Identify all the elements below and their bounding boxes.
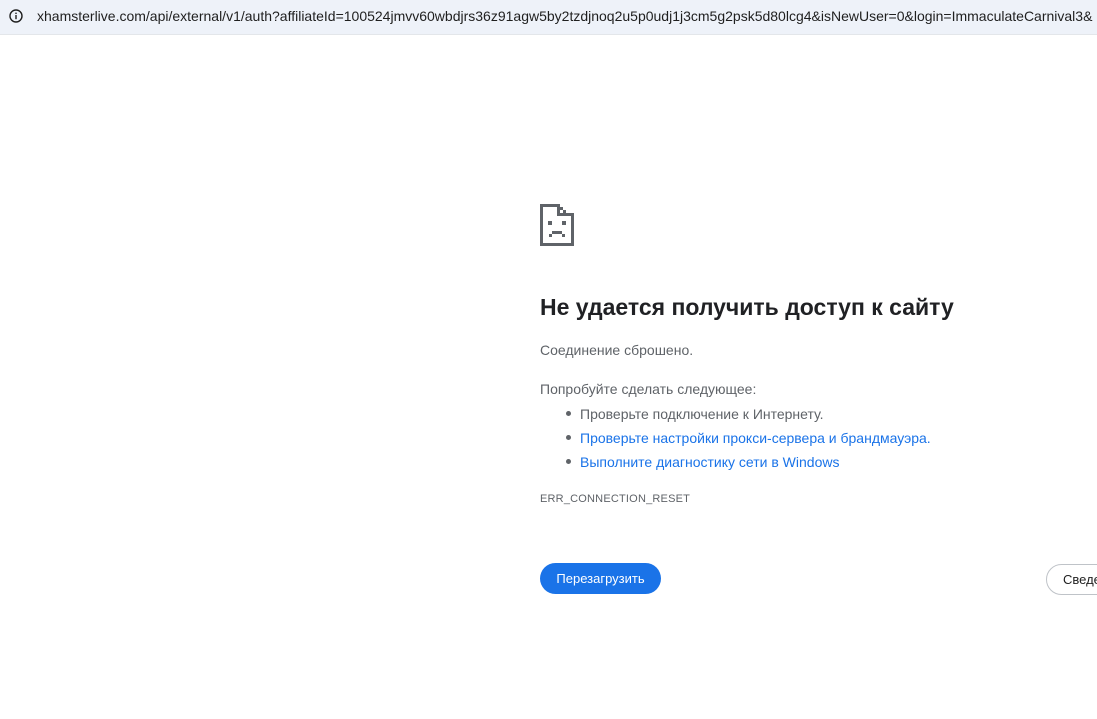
url-text[interactable]: xhamsterlive.com/api/external/v1/auth?af… xyxy=(37,8,1092,24)
suggestions-heading: Попробуйте сделать следующее: xyxy=(540,381,757,397)
reload-button[interactable]: Перезагрузить xyxy=(540,563,661,594)
network-diagnostics-link[interactable]: Выполните диагностику сети в Windows xyxy=(580,454,839,470)
proxy-settings-link[interactable]: Проверьте настройки прокси-сервера и бра… xyxy=(580,430,931,446)
sad-page-icon xyxy=(540,204,574,246)
error-code: ERR_CONNECTION_RESET xyxy=(540,493,691,505)
suggestion-check-proxy: Проверьте настройки прокси-сервера и бра… xyxy=(566,426,931,450)
suggestion-check-connection: Проверьте подключение к Интернету. xyxy=(566,402,931,426)
suggestion-text: Проверьте подключение к Интернету. xyxy=(580,406,824,422)
error-description: Соединение сброшено. xyxy=(540,342,694,358)
suggestion-network-diagnostics: Выполните диагностику сети в Windows xyxy=(566,450,931,474)
address-bar[interactable]: xhamsterlive.com/api/external/v1/auth?af… xyxy=(0,0,1097,35)
details-button[interactable]: Сведения xyxy=(1046,564,1097,595)
page-title: Не удается получить доступ к сайту xyxy=(540,294,954,320)
info-icon[interactable] xyxy=(9,9,23,23)
suggestions-list: Проверьте подключение к Интернету. Прове… xyxy=(540,402,931,474)
